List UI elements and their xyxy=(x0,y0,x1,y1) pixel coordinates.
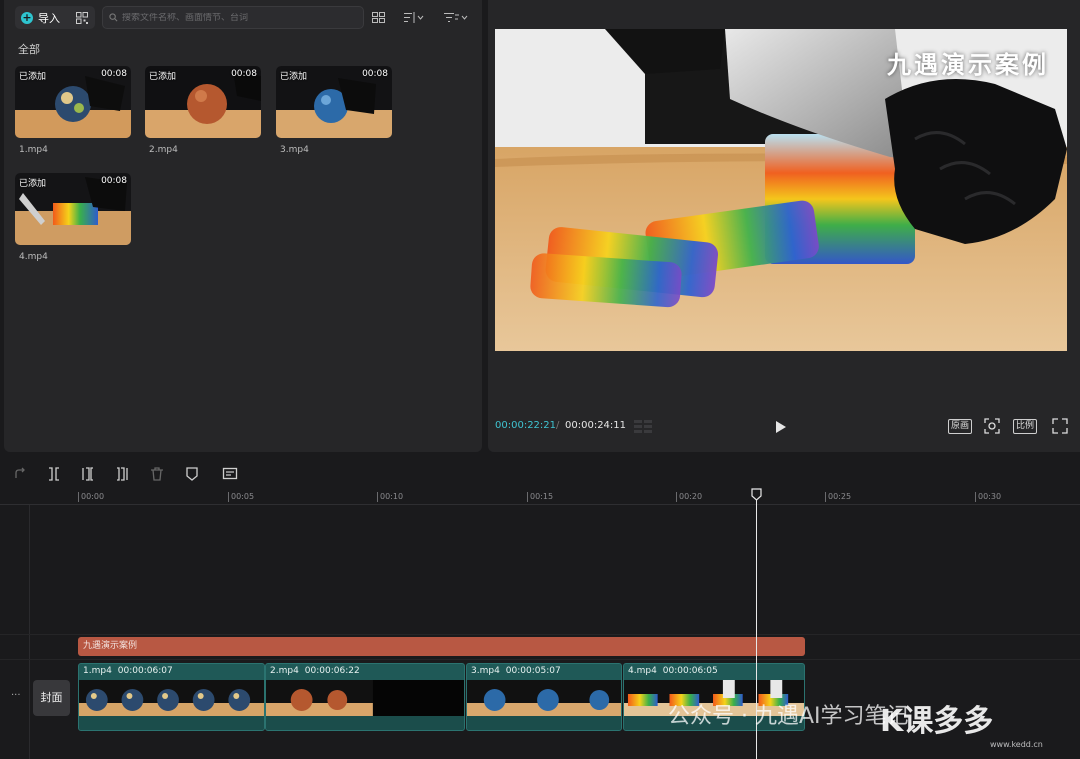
ruler-label: 00:10 xyxy=(380,492,404,501)
clip-label: 4.mp4 00:00:06:05 xyxy=(628,666,718,676)
added-badge: 已添加 xyxy=(149,72,177,82)
filter-icon[interactable] xyxy=(444,10,468,24)
audio-waveform xyxy=(266,716,464,730)
media-item-1[interactable]: 已添加 00:08 xyxy=(15,66,131,138)
clip-duration: 00:00:05:07 xyxy=(505,666,561,676)
audio-waveform xyxy=(79,716,264,730)
clip-duration: 00:00:06:22 xyxy=(304,666,360,676)
added-badge: 已添加 xyxy=(19,72,47,82)
ruler-tick xyxy=(228,492,229,502)
media-panel: + 导入 全部 xyxy=(4,0,482,452)
import-label: 导入 xyxy=(38,11,60,25)
plus-icon: + xyxy=(21,10,33,24)
clip-name: 3.mp4 xyxy=(471,666,500,676)
qr-icon[interactable] xyxy=(76,12,88,24)
ruler-tick xyxy=(527,492,528,502)
current-timecode: 00:00:22:21 xyxy=(495,420,557,431)
watermark-text: 公众号 · 九遇AI学习笔记 xyxy=(668,704,909,729)
view-toggle-icon[interactable] xyxy=(372,10,385,24)
editor-window: + 导入 全部 xyxy=(0,0,1080,759)
media-item-3[interactable]: 已添加 00:08 xyxy=(276,66,392,138)
video-clip-2[interactable]: 2.mp4 00:00:06:22 xyxy=(265,663,465,731)
clip-name: 4.mp4 xyxy=(628,666,657,676)
marker-icon[interactable] xyxy=(184,466,200,482)
timecode-separator: / xyxy=(556,420,560,431)
duration-label: 00:08 xyxy=(101,69,127,79)
watermark-logo: K课多多 xyxy=(880,704,994,739)
ruler-tick xyxy=(377,492,378,502)
audio-waveform xyxy=(467,716,621,730)
preview-player: 九遇演示案例 00:00:22:21 / 00:00:24:11 原画 比例 xyxy=(488,0,1080,452)
ruler-tick xyxy=(825,492,826,502)
video-preview[interactable]: 九遇演示案例 xyxy=(495,29,1067,351)
ruler-label: 00:05 xyxy=(231,492,255,501)
video-clip-3[interactable]: 3.mp4 00:00:05:07 xyxy=(466,663,622,731)
search-icon xyxy=(109,13,118,22)
added-badge: 已添加 xyxy=(19,179,47,189)
clip-name: 2.mp4 xyxy=(270,666,299,676)
media-filename: 4.mp4 xyxy=(19,252,48,262)
duration-label: 00:08 xyxy=(362,69,388,79)
ruler-tick xyxy=(676,492,677,502)
original-quality-button[interactable]: 原画 xyxy=(948,419,973,434)
redo-icon[interactable] xyxy=(12,466,28,482)
ruler-label: 00:20 xyxy=(679,492,703,501)
search-input[interactable] xyxy=(122,12,352,23)
total-timecode: 00:00:24:11 xyxy=(565,420,627,431)
watermark-site: www.kedd.cn xyxy=(990,740,1043,749)
play-icon[interactable] xyxy=(774,420,788,434)
chapter-list-icon[interactable] xyxy=(633,418,653,434)
screenshot-focus-icon[interactable] xyxy=(984,418,1000,434)
text-clip[interactable]: 九遇演示案例 xyxy=(78,637,805,656)
media-item-4[interactable]: 已添加 00:08 xyxy=(15,173,131,245)
added-badge: 已添加 xyxy=(280,72,308,82)
ruler-tick xyxy=(975,492,976,502)
cover-button[interactable]: 封面 xyxy=(33,680,70,716)
ruler-label: 00:00 xyxy=(81,492,105,501)
auto-caption-icon[interactable] xyxy=(222,466,238,482)
video-clip-1[interactable]: 1.mp4 00:00:06:07 xyxy=(78,663,265,731)
clip-duration: 00:00:06:07 xyxy=(117,666,173,676)
clip-label: 3.mp4 00:00:05:07 xyxy=(471,666,561,676)
ruler-label: 00:25 xyxy=(828,492,852,501)
aspect-ratio-button[interactable]: 比例 xyxy=(1013,419,1038,434)
playhead-handle[interactable] xyxy=(751,488,762,501)
clip-label: 1.mp4 00:00:06:07 xyxy=(83,666,173,676)
delete-icon[interactable] xyxy=(149,466,165,482)
video-overlay-title: 九遇演示案例 xyxy=(887,50,1049,79)
search-box[interactable] xyxy=(102,6,364,29)
ruler-label: 00:15 xyxy=(530,492,554,501)
duration-label: 00:08 xyxy=(101,176,127,186)
track-more-icon[interactable]: ··· xyxy=(11,690,21,701)
clip-filmstrip xyxy=(79,680,264,717)
ruler-tick xyxy=(78,492,79,502)
trim-left-icon[interactable] xyxy=(80,466,96,482)
media-filename: 3.mp4 xyxy=(280,145,309,155)
sort-icon[interactable] xyxy=(404,10,424,24)
media-filename: 2.mp4 xyxy=(149,145,178,155)
clip-duration: 00:00:06:05 xyxy=(662,666,718,676)
clip-filmstrip xyxy=(266,680,464,717)
import-group: + 导入 xyxy=(15,6,95,29)
media-filename: 1.mp4 xyxy=(19,145,48,155)
ruler-label: 00:30 xyxy=(978,492,1002,501)
filter-all-label[interactable]: 全部 xyxy=(18,41,40,57)
duration-label: 00:08 xyxy=(231,69,257,79)
trim-right-icon[interactable] xyxy=(114,466,130,482)
split-icon[interactable] xyxy=(46,466,62,482)
clip-name: 1.mp4 xyxy=(83,666,112,676)
fullscreen-icon[interactable] xyxy=(1052,418,1068,434)
track-header-column xyxy=(0,505,30,759)
clip-label: 2.mp4 00:00:06:22 xyxy=(270,666,360,676)
media-item-2[interactable]: 已添加 00:08 xyxy=(145,66,261,138)
clip-filmstrip xyxy=(467,680,621,717)
import-button[interactable]: + 导入 xyxy=(15,6,60,29)
